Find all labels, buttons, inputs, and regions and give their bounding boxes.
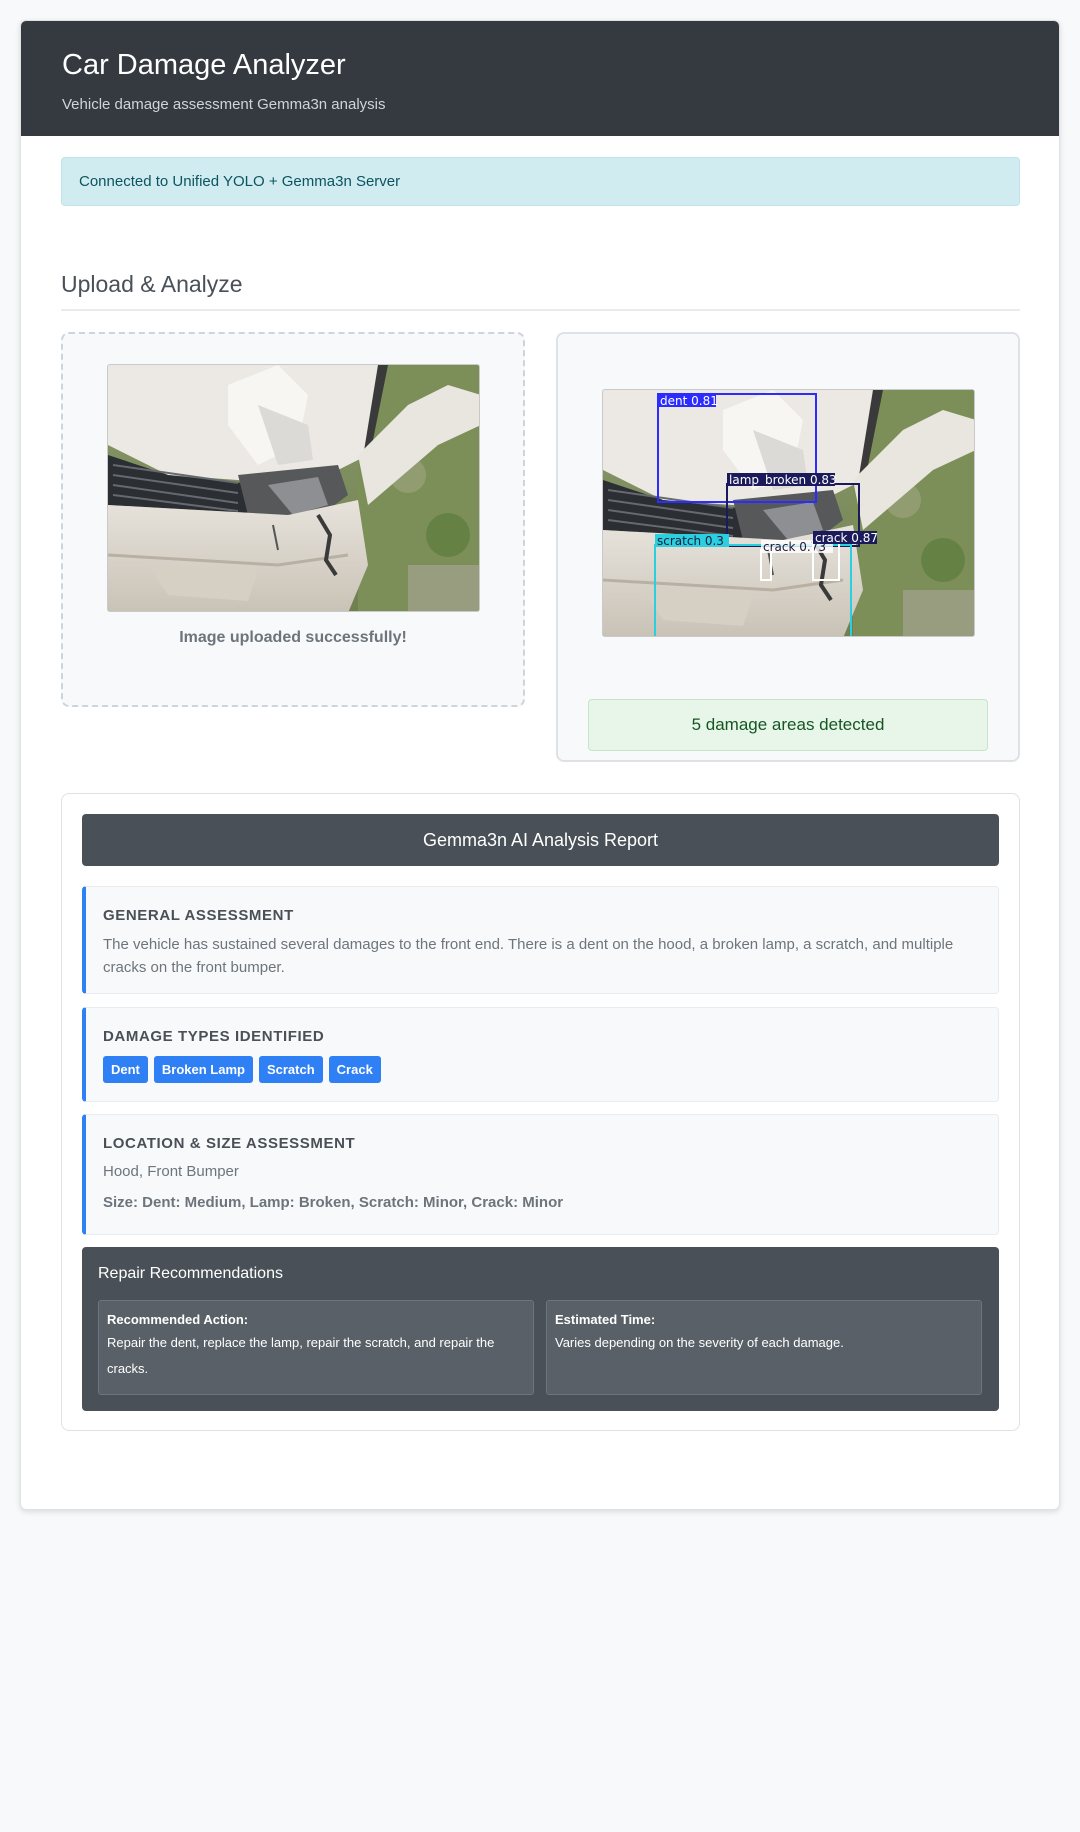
bbox-label-dent: dent 0.81 bbox=[660, 394, 718, 408]
bbox-label-lamp-broken: lamp_broken 0.83 bbox=[729, 473, 837, 487]
uploaded-car-image bbox=[107, 364, 480, 612]
estimated-time-box: Estimated Time: Varies depending on the … bbox=[546, 1300, 982, 1395]
estimated-time-text: Varies depending on the severity of each… bbox=[555, 1335, 844, 1350]
analysis-report: Gemma3n AI Analysis Report GENERAL ASSES… bbox=[61, 793, 1020, 1431]
damage-tag-crack: Crack bbox=[328, 1056, 381, 1083]
damage-types-panel: DAMAGE TYPES IDENTIFIED Dent Broken Lamp… bbox=[82, 1007, 999, 1102]
repair-heading: Repair Recommendations bbox=[98, 1265, 283, 1282]
recommended-action-box: Recommended Action: Repair the dent, rep… bbox=[98, 1300, 534, 1395]
connection-status-alert: Connected to Unified YOLO + Gemma3n Serv… bbox=[61, 157, 1020, 206]
damage-locations: Hood, Front Bumper bbox=[103, 1163, 239, 1180]
report-title: Gemma3n AI Analysis Report bbox=[82, 814, 999, 866]
general-assessment-text: The vehicle has sustained several damage… bbox=[103, 936, 954, 976]
detection-result-panel: dent 0.81 lamp_broken 0.83 scratch 0.3 c… bbox=[556, 332, 1020, 762]
damage-tag-list: Dent Broken Lamp Scratch Crack bbox=[103, 1056, 981, 1083]
upload-section-title: Upload & Analyze bbox=[61, 271, 243, 297]
estimated-time-label: Estimated Time: bbox=[555, 1312, 656, 1327]
location-size-panel: LOCATION & SIZE ASSESSMENT Hood, Front B… bbox=[82, 1114, 999, 1235]
recommended-action-text: Repair the dent, replace the lamp, repai… bbox=[107, 1335, 495, 1376]
damage-tag-scratch: Scratch bbox=[258, 1056, 323, 1083]
detection-count-alert: 5 damage areas detected bbox=[588, 699, 988, 751]
upload-dropzone[interactable]: Image uploaded successfully! bbox=[61, 332, 525, 707]
general-assessment-heading: GENERAL ASSESSMENT bbox=[103, 907, 294, 924]
bbox-label-scratch: scratch 0.3 bbox=[657, 534, 724, 548]
section-divider bbox=[61, 309, 1020, 311]
upload-success-message: Image uploaded successfully! bbox=[179, 629, 407, 646]
recommended-action-label: Recommended Action: bbox=[107, 1312, 249, 1327]
damage-tag-dent: Dent bbox=[103, 1056, 148, 1083]
app-title: Car Damage Analyzer bbox=[62, 49, 346, 81]
damage-sizes: Size: Dent: Medium, Lamp: Broken, Scratc… bbox=[103, 1194, 564, 1211]
damage-tag-broken-lamp: Broken Lamp bbox=[153, 1056, 253, 1083]
app-header: Car Damage Analyzer Vehicle damage asses… bbox=[21, 21, 1059, 136]
app-subtitle: Vehicle damage assessment Gemma3n analys… bbox=[62, 96, 386, 114]
location-size-heading: LOCATION & SIZE ASSESSMENT bbox=[103, 1135, 356, 1152]
app-container: Car Damage Analyzer Vehicle damage asses… bbox=[20, 20, 1060, 1510]
annotated-car-image: dent 0.81 lamp_broken 0.83 scratch 0.3 c… bbox=[602, 389, 975, 637]
damage-types-heading: DAMAGE TYPES IDENTIFIED bbox=[103, 1028, 325, 1045]
bbox-label-crack-2: crack 0.87 bbox=[815, 531, 878, 545]
repair-recommendations: Repair Recommendations Recommended Actio… bbox=[82, 1247, 999, 1411]
general-assessment-panel: GENERAL ASSESSMENT The vehicle has susta… bbox=[82, 886, 999, 994]
